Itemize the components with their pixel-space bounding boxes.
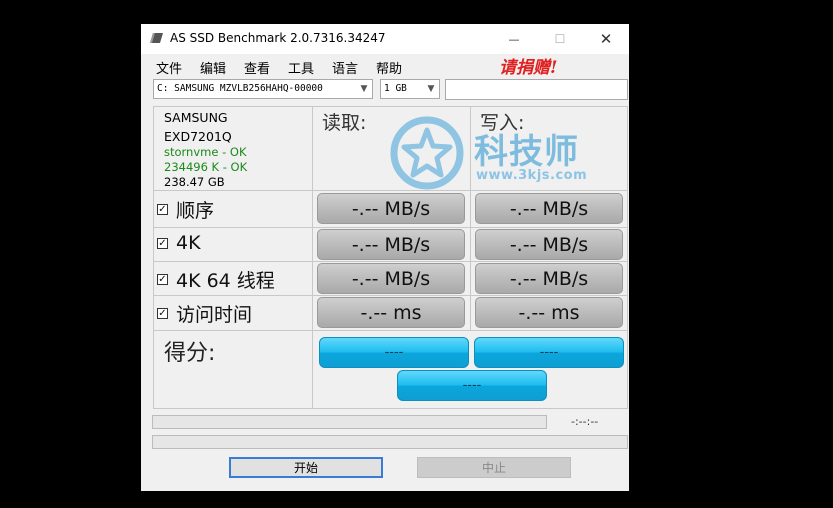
stop-button[interactable]: 中止: [417, 457, 571, 478]
donate-link[interactable]: 请捐赠!: [499, 53, 557, 78]
row-4k[interactable]: ✓ 4K: [157, 232, 201, 254]
grid-divider: [153, 330, 628, 331]
write-score: ----: [474, 337, 624, 368]
total-score: ----: [397, 370, 547, 401]
drive-select-value: C: SAMSUNG MZVLB256HAHQ-00000: [157, 83, 323, 94]
close-icon: ✕: [599, 30, 613, 48]
start-button[interactable]: 开始: [229, 457, 383, 478]
drive-capacity: 238.47 GB: [164, 175, 225, 189]
row-access-label: 访问时间: [176, 304, 253, 326]
row-seq[interactable]: ✓ 顺序: [157, 196, 214, 223]
menu-help[interactable]: 帮助: [376, 58, 402, 77]
checkbox-seq[interactable]: ✓: [157, 204, 168, 215]
drive-select[interactable]: C: SAMSUNG MZVLB256HAHQ-00000 ▼: [153, 79, 373, 99]
4k-write-result: -.-- MB/s: [475, 229, 623, 260]
title-bar: AS SSD Benchmark 2.0.7316.34247 — ☐ ✕: [141, 24, 629, 54]
grid-divider: [153, 295, 628, 296]
grid-divider: [153, 408, 628, 409]
maximize-icon: ☐: [554, 32, 566, 46]
row-access[interactable]: ✓ 访问时间: [157, 300, 252, 327]
write-column-header: 写入:: [480, 112, 525, 134]
grid-divider: [627, 106, 628, 409]
chevron-down-icon: ▼: [360, 84, 368, 94]
menu-edit[interactable]: 编辑: [200, 58, 226, 77]
checkbox-4k64[interactable]: ✓: [157, 274, 168, 285]
driver-status: stornvme - OK: [164, 145, 247, 159]
info-textbox[interactable]: [445, 79, 628, 100]
menu-file[interactable]: 文件: [156, 58, 182, 77]
read-score: ----: [319, 337, 469, 368]
size-select[interactable]: 1 GB ▼: [380, 79, 440, 99]
menu-language[interactable]: 语言: [332, 58, 358, 77]
checkbox-4k[interactable]: ✓: [157, 237, 168, 249]
menu-view[interactable]: 查看: [244, 58, 270, 77]
app-window: AS SSD Benchmark 2.0.7316.34247 — ☐ ✕ 文件…: [141, 24, 629, 491]
menu-tools[interactable]: 工具: [288, 58, 314, 77]
chevron-down-icon: ▼: [427, 84, 435, 94]
row-4k64-label: 4K 64 线程: [176, 270, 275, 292]
minimize-button[interactable]: —: [491, 24, 537, 54]
grid-divider: [153, 227, 628, 228]
minimize-icon: —: [508, 32, 520, 46]
4k64-read-result: -.-- MB/s: [317, 263, 465, 294]
grid-divider: [153, 261, 628, 262]
access-write-result: -.-- ms: [475, 297, 623, 328]
drive-firmware: EXD7201Q: [164, 129, 232, 144]
maximize-button[interactable]: ☐: [537, 24, 583, 54]
window-title: AS SSD Benchmark 2.0.7316.34247: [170, 31, 386, 45]
grid-divider: [312, 106, 313, 409]
close-button[interactable]: ✕: [583, 24, 629, 54]
total-progress-bar: [152, 435, 628, 449]
seq-write-result: -.-- MB/s: [475, 193, 623, 224]
row-4k-label: 4K: [176, 232, 201, 254]
star-logo-icon: [390, 116, 464, 190]
seq-read-result: -.-- MB/s: [317, 193, 465, 224]
row-4k64[interactable]: ✓ 4K 64 线程: [157, 266, 275, 293]
app-icon: [150, 33, 163, 43]
grid-divider: [153, 106, 154, 409]
access-read-result: -.-- ms: [317, 297, 465, 328]
grid-divider: [153, 106, 628, 107]
4k64-write-result: -.-- MB/s: [475, 263, 623, 294]
read-column-header: 读取:: [322, 112, 367, 134]
alignment-status: 234496 K - OK: [164, 160, 248, 174]
checkbox-access[interactable]: ✓: [157, 308, 168, 319]
drive-vendor: SAMSUNG: [164, 110, 228, 125]
watermark-url: www.3kjs.com: [476, 168, 588, 183]
progress-bar: [152, 415, 547, 429]
score-label: 得分:: [164, 341, 216, 366]
elapsed-time: -:--:--: [571, 415, 599, 428]
size-select-value: 1 GB: [384, 83, 407, 94]
row-seq-label: 顺序: [176, 200, 215, 222]
4k-read-result: -.-- MB/s: [317, 229, 465, 260]
